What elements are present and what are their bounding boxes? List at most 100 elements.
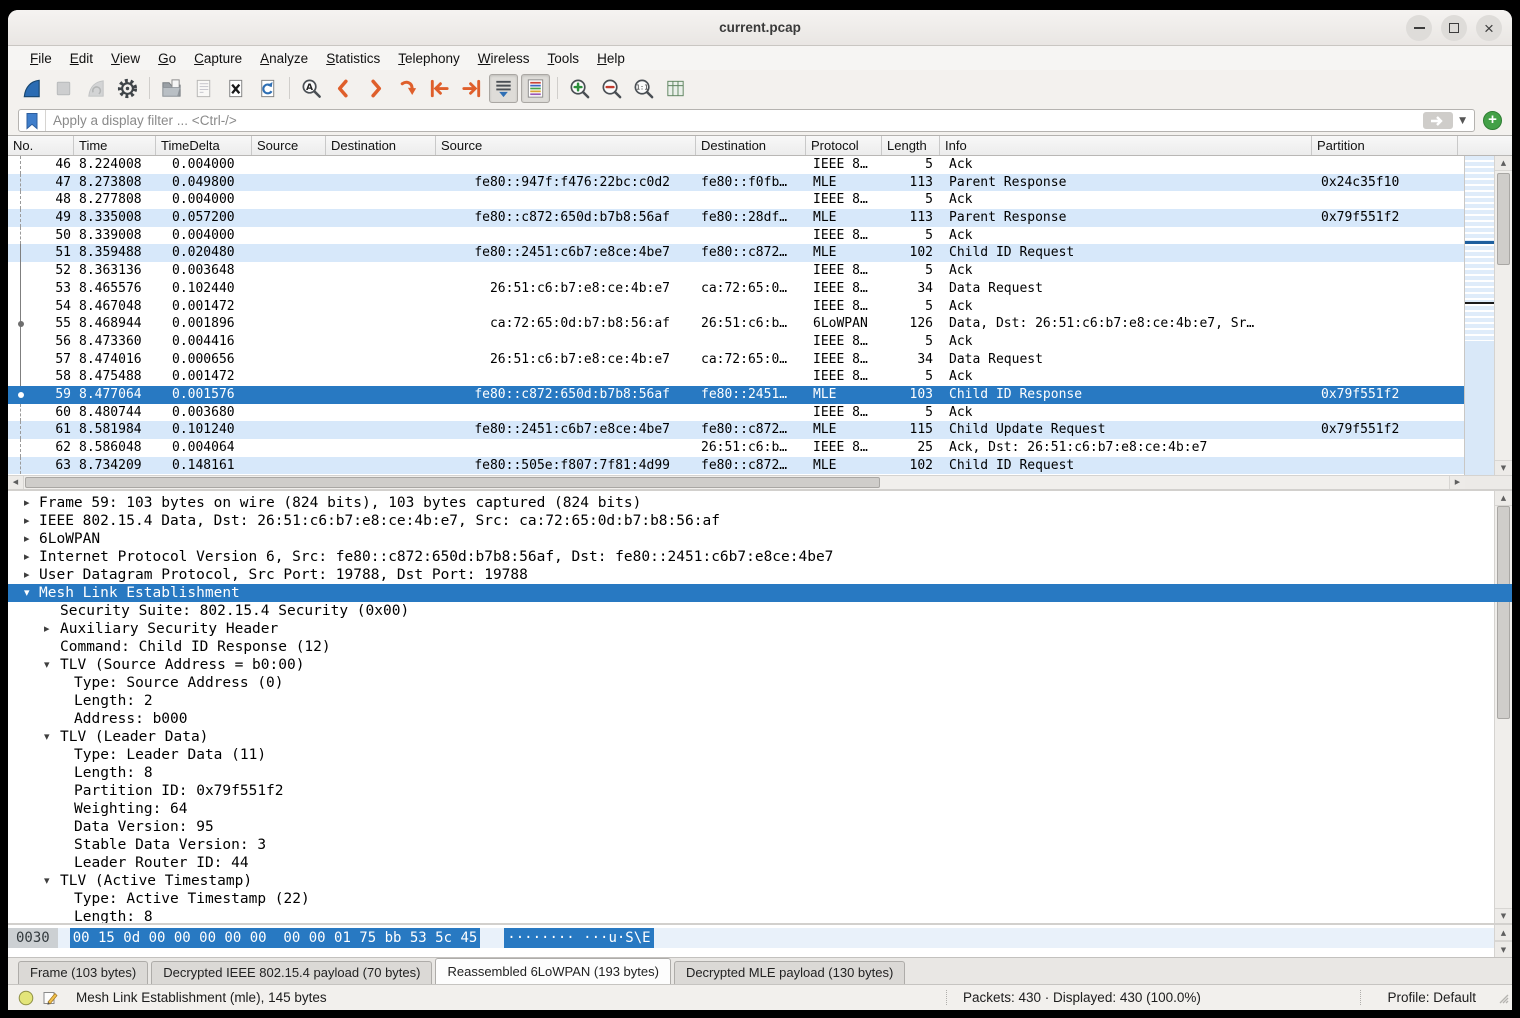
hscroll-thumb[interactable] <box>25 477 880 488</box>
expand-arrow-icon[interactable]: ▸ <box>24 548 30 566</box>
resize-grip[interactable] <box>1497 992 1510 1008</box>
detail-line-9[interactable]: ▾TLV (Source Address = b0:00) <box>8 656 1512 674</box>
open-file-button[interactable] <box>157 74 186 103</box>
packet-row-61[interactable]: 618.5819840.101240fe80::2451:c6b7:e8ce:4… <box>8 421 1464 439</box>
menu-item-telephony[interactable]: Telephony <box>389 49 469 68</box>
expand-arrow-icon[interactable]: ▸ <box>24 530 30 548</box>
menu-item-edit[interactable]: Edit <box>61 49 102 68</box>
menu-item-file[interactable]: File <box>21 49 61 68</box>
reload-file-button[interactable] <box>253 74 282 103</box>
close-button[interactable]: × <box>1476 15 1502 41</box>
collapse-arrow-icon[interactable]: ▾ <box>24 584 30 602</box>
column-header-timedelta-2[interactable]: TimeDelta <box>156 136 252 155</box>
detail-line-1[interactable]: ▸IEEE 802.15.4 Data, Dst: 26:51:c6:b7:e8… <box>8 512 1512 530</box>
column-header-partition-10[interactable]: Partition <box>1312 136 1458 155</box>
detail-line-16[interactable]: Partition ID: 0x79f551f2 <box>8 782 1512 800</box>
detail-line-13[interactable]: ▾TLV (Leader Data) <box>8 728 1512 746</box>
packet-row-49[interactable]: 498.3350080.057200fe80::c872:650d:b7b8:5… <box>8 209 1464 227</box>
apply-filter-button[interactable] <box>1423 112 1453 129</box>
detail-line-2[interactable]: ▸6LoWPAN <box>8 530 1512 548</box>
packet-row-56[interactable]: 568.4733600.004416IEEE 8…5Ack <box>8 333 1464 351</box>
packet-row-62[interactable]: 628.5860480.00406426:51:c6:b…IEEE 8…25Ac… <box>8 439 1464 457</box>
zoom-out-button[interactable] <box>597 74 626 103</box>
menu-item-view[interactable]: View <box>102 49 149 68</box>
column-header-source-3[interactable]: Source <box>252 136 326 155</box>
scroll-track[interactable] <box>1495 171 1512 460</box>
expand-arrow-icon[interactable]: ▸ <box>24 512 30 530</box>
detail-line-0[interactable]: ▸Frame 59: 103 bytes on wire (824 bits),… <box>8 494 1512 512</box>
detail-line-6[interactable]: Security Suite: 802.15.4 Security (0x00) <box>8 602 1512 620</box>
menu-item-go[interactable]: Go <box>149 49 185 68</box>
menu-item-capture[interactable]: Capture <box>185 49 251 68</box>
byte-tab-3[interactable]: Decrypted MLE payload (130 bytes) <box>674 961 905 984</box>
byte-view-vscrollbar[interactable]: ▲ ▼ <box>1494 925 1512 957</box>
save-file-button[interactable] <box>189 74 218 103</box>
column-header-source-5[interactable]: Source <box>436 136 696 155</box>
find-packet-button[interactable]: A <box>297 74 326 103</box>
menu-item-tools[interactable]: Tools <box>539 49 589 68</box>
zoom-in-button[interactable] <box>565 74 594 103</box>
menu-item-statistics[interactable]: Statistics <box>317 49 389 68</box>
stop-capture-button[interactable] <box>49 74 78 103</box>
detail-line-3[interactable]: ▸Internet Protocol Version 6, Src: fe80:… <box>8 548 1512 566</box>
packet-row-58[interactable]: 588.4754880.001472IEEE 8…5Ack <box>8 368 1464 386</box>
packet-row-63[interactable]: 638.7342090.148161fe80::505e:f807:7f81:4… <box>8 457 1464 475</box>
packet-list-hscrollbar[interactable]: ◀ ▶ <box>8 475 1512 489</box>
detail-line-21[interactable]: ▾TLV (Active Timestamp) <box>8 872 1512 890</box>
collapse-arrow-icon[interactable]: ▾ <box>44 656 50 674</box>
go-back-button[interactable] <box>329 74 358 103</box>
byte-tab-1[interactable]: Decrypted IEEE 802.15.4 payload (70 byte… <box>151 961 432 984</box>
detail-line-20[interactable]: Leader Router ID: 44 <box>8 854 1512 872</box>
detail-line-11[interactable]: Length: 2 <box>8 692 1512 710</box>
expand-arrow-icon[interactable]: ▸ <box>24 494 30 512</box>
detail-line-4[interactable]: ▸User Datagram Protocol, Src Port: 19788… <box>8 566 1512 584</box>
packet-row-51[interactable]: 518.3594880.020480fe80::2451:c6b7:e8ce:4… <box>8 244 1464 262</box>
column-header-time-1[interactable]: Time <box>74 136 156 155</box>
scroll-down-icon[interactable]: ▼ <box>1495 460 1512 475</box>
scroll-right-icon[interactable]: ▶ <box>1450 476 1465 489</box>
auto-scroll-button[interactable] <box>489 74 518 103</box>
packet-row-50[interactable]: 508.3390080.004000IEEE 8…5Ack <box>8 227 1464 245</box>
expand-arrow-icon[interactable]: ▸ <box>24 566 30 584</box>
scroll-thumb[interactable] <box>1497 173 1510 265</box>
byte-tab-0[interactable]: Frame (103 bytes) <box>18 961 148 984</box>
title-bar[interactable]: current.pcap × <box>8 10 1512 46</box>
packet-list-minimap[interactable] <box>1464 156 1494 475</box>
hex-ascii[interactable]: ········ ···u·S\E <box>504 928 653 948</box>
expand-arrow-icon[interactable]: ▸ <box>44 620 50 638</box>
detail-line-23[interactable]: Length: 8 <box>8 908 1512 923</box>
detail-line-18[interactable]: Data Version: 95 <box>8 818 1512 836</box>
packet-row-47[interactable]: 478.2738080.049800fe80::947f:f476:22bc:c… <box>8 174 1464 192</box>
column-header-destination-4[interactable]: Destination <box>326 136 436 155</box>
colorize-packets-button[interactable] <box>521 74 550 103</box>
packet-row-48[interactable]: 488.2778080.004000IEEE 8…5Ack <box>8 191 1464 209</box>
detail-line-5[interactable]: ▾Mesh Link Establishment <box>8 584 1512 602</box>
column-header-length-8[interactable]: Length <box>882 136 940 155</box>
hex-bytes[interactable]: 00 15 0d 00 00 00 00 00 00 00 01 75 bb 5… <box>70 928 481 948</box>
start-capture-button[interactable] <box>17 74 46 103</box>
detail-line-12[interactable]: Address: b000 <box>8 710 1512 728</box>
restart-capture-button[interactable] <box>81 74 110 103</box>
packet-row-53[interactable]: 538.4655760.10244026:51:c6:b7:e8:ce:4b:e… <box>8 280 1464 298</box>
filter-dropdown-caret-icon[interactable]: ▼ <box>1459 116 1466 126</box>
collapse-arrow-icon[interactable]: ▾ <box>44 872 50 890</box>
display-filter-input[interactable]: Apply a display filter ... <Ctrl-/> ▼ <box>18 109 1475 132</box>
column-header-protocol-7[interactable]: Protocol <box>806 136 882 155</box>
packet-row-55[interactable]: 558.4689440.001896ca:72:65:0d:b7:b8:56:a… <box>8 315 1464 333</box>
packet-row-57[interactable]: 578.4740160.00065626:51:c6:b7:e8:ce:4b:e… <box>8 351 1464 369</box>
packet-row-60[interactable]: 608.4807440.003680IEEE 8…5Ack <box>8 404 1464 422</box>
packet-row-46[interactable]: 468.2240080.004000IEEE 8…5Ack <box>8 156 1464 174</box>
close-capture-file-button[interactable] <box>221 74 250 103</box>
zoom-original-button[interactable]: 1:1 <box>629 74 658 103</box>
scroll-down-icon[interactable]: ▼ <box>1495 941 1512 957</box>
status-profile[interactable]: Profile: Default <box>1387 985 1476 1010</box>
detail-line-14[interactable]: Type: Leader Data (11) <box>8 746 1512 764</box>
detail-line-22[interactable]: Type: Active Timestamp (22) <box>8 890 1512 908</box>
byte-tab-2[interactable]: Reassembled 6LoWPAN (193 bytes) <box>435 958 670 984</box>
menu-item-wireless[interactable]: Wireless <box>469 49 539 68</box>
go-last-packet-button[interactable] <box>457 74 486 103</box>
scroll-left-icon[interactable]: ◀ <box>8 476 23 489</box>
column-header-no-0[interactable]: No. <box>8 136 74 155</box>
maximize-button[interactable] <box>1441 15 1467 41</box>
add-filter-button[interactable]: + <box>1483 111 1502 130</box>
